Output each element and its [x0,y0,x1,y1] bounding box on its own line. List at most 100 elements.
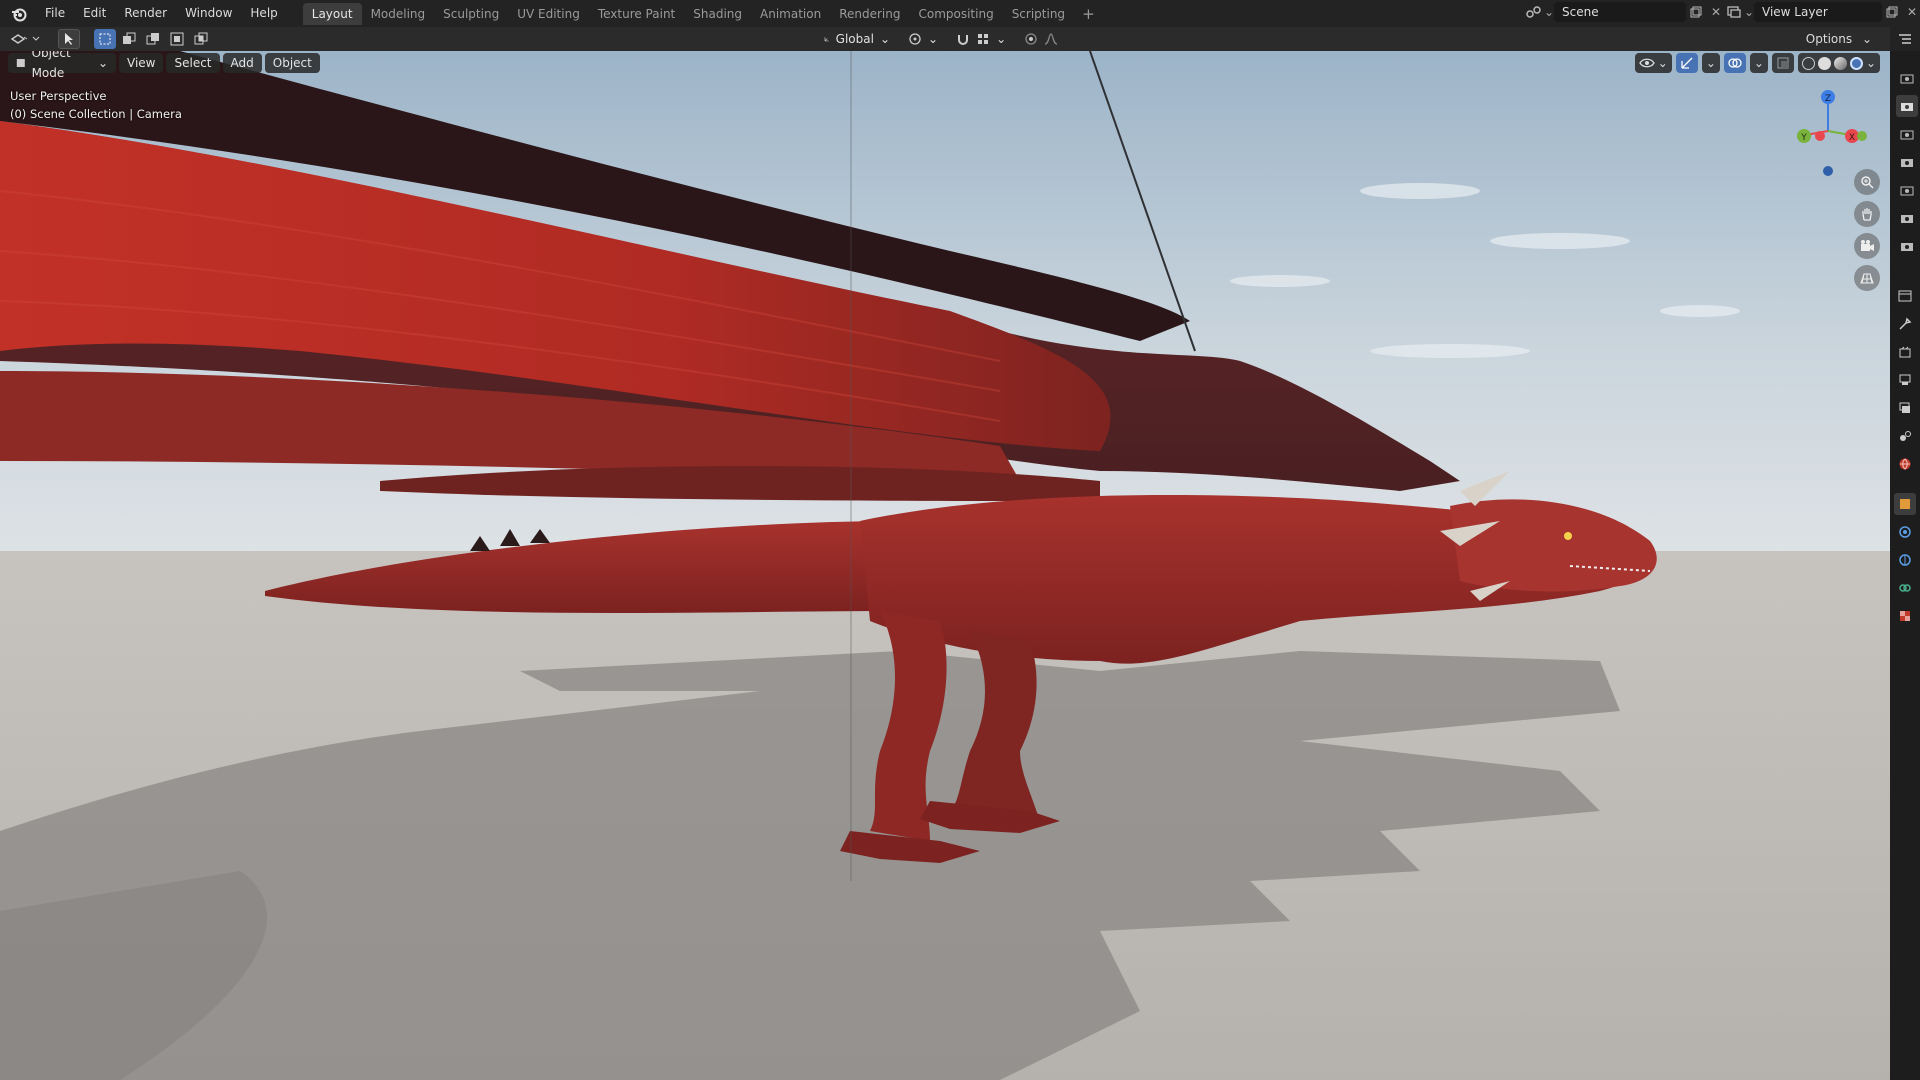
new-scene-icon[interactable] [1686,2,1706,22]
visibility-toggle[interactable]: ⌄ [1634,53,1672,73]
tab-shading[interactable]: Shading [684,3,751,25]
world-properties-icon[interactable] [1894,453,1916,475]
viewport-header: Object Mode ⌄ View Select Add Object [8,51,320,80]
collection-label: (0) Scene Collection | Camera [10,107,182,121]
new-view-layer-icon[interactable] [1882,2,1902,22]
pivot-icon [909,33,921,45]
modifier-properties-icon[interactable] [1894,521,1916,543]
eye-icon [1638,58,1655,68]
overlays-chevron-icon: ⌄ [1753,56,1764,70]
gizmo-neg-z-axis[interactable] [1823,166,1833,176]
tab-uv-editing[interactable]: UV Editing [508,3,589,25]
scene-icon[interactable] [1524,2,1544,22]
scene-properties-icon[interactable] [1894,425,1916,447]
pan-hand-icon[interactable] [1854,201,1880,227]
overlays-options[interactable]: ⌄ [1749,53,1768,73]
tab-compositing[interactable]: Compositing [909,3,1002,25]
material-shading-icon[interactable] [1833,56,1847,70]
physics-properties-icon[interactable] [1894,549,1916,571]
outliner-editor-icon[interactable] [1894,28,1916,50]
view-layer-properties-icon[interactable] [1894,397,1916,419]
3d-viewport[interactable]: Object Mode ⌄ View Select Add Object Use… [0,51,1890,1080]
menu-select[interactable]: Select [166,53,220,73]
rendered-shading-icon[interactable] [1849,56,1863,70]
delete-scene-icon[interactable]: ✕ [1706,2,1726,22]
tab-layout[interactable]: Layout [302,2,362,25]
select-extend-icon[interactable] [118,29,140,49]
tab-scripting[interactable]: Scripting [1003,3,1074,25]
wireframe-shading-icon[interactable] [1801,56,1815,70]
tool-settings-icon[interactable] [1894,313,1916,335]
pivot-point-dropdown[interactable]: ⌄ [902,29,945,49]
view-layer-selector: ⌄ View Layer ✕ [1724,2,1920,22]
view-layer-icon[interactable] [1724,2,1744,22]
solid-shading-icon[interactable] [1817,56,1831,70]
camera-icon[interactable] [1896,207,1918,229]
menu-add[interactable]: Add [222,53,262,73]
object-properties-icon[interactable] [1894,493,1916,515]
render-properties-icon[interactable] [1894,341,1916,363]
viewport-shading-controls: ⌄ ⌄ ⌄ ⌄ [1634,53,1880,73]
select-invert-icon[interactable] [166,29,188,49]
properties-editor-icon[interactable] [1894,285,1916,307]
tab-modeling[interactable]: Modeling [362,3,435,25]
tab-sculpting[interactable]: Sculpting [434,3,508,25]
camera-icon[interactable] [1896,179,1918,201]
menu-window[interactable]: Window [176,0,241,27]
editor-type-chevron-icon[interactable] [32,29,40,49]
tab-texture-paint[interactable]: Texture Paint [589,3,684,25]
gizmo-options[interactable]: ⌄ [1701,53,1720,73]
camera-icon[interactable] [1896,67,1918,89]
add-workspace-button[interactable]: + [1074,5,1103,23]
gizmo-toggle[interactable] [1675,53,1698,73]
select-intersect-icon[interactable] [190,29,212,49]
shading-modes[interactable]: ⌄ [1797,53,1880,73]
camera-icon[interactable] [1896,235,1918,257]
gizmo-neg-y-axis[interactable] [1857,131,1867,141]
scene-chevron-icon[interactable]: ⌄ [1544,2,1554,22]
perspective-toggle-icon[interactable] [1854,265,1880,291]
editor-type-icon[interactable] [8,29,30,49]
menu-help[interactable]: Help [241,0,286,27]
select-new-icon[interactable] [94,29,116,49]
scene-field[interactable]: Scene [1554,2,1686,22]
select-tool-icon[interactable] [58,29,80,49]
viewport-render [0,51,1890,1080]
blender-logo-icon[interactable] [6,1,32,27]
outliner-header [1890,27,1920,51]
scene-selector: ⌄ Scene ✕ [1524,2,1726,22]
zoom-icon[interactable] [1854,169,1880,195]
menu-view[interactable]: View [119,53,164,73]
tab-animation[interactable]: Animation [751,3,830,25]
menu-render[interactable]: Render [115,0,176,27]
menu-object[interactable]: Object [264,53,320,73]
material-properties-icon[interactable] [1894,605,1916,627]
view-layer-chevron-icon[interactable]: ⌄ [1744,2,1754,22]
snap-toggle[interactable]: ⌄ [950,29,1013,49]
xray-toggle[interactable] [1771,53,1794,73]
gizmo-neg-x-axis[interactable] [1815,131,1825,141]
tab-rendering[interactable]: Rendering [830,3,909,25]
camera-icon[interactable] [1896,123,1918,145]
navigation-buttons [1854,169,1880,291]
options-dropdown[interactable]: Options ⌄ [1795,29,1882,49]
constraint-properties-icon[interactable] [1894,577,1916,599]
camera-icon[interactable] [1896,151,1918,173]
main-menu: File Edit Render Window Help [36,0,287,27]
transform-orientation-dropdown[interactable]: Global ⌄ [818,29,896,49]
output-properties-icon[interactable] [1894,369,1916,391]
object-mode-label: Object Mode [31,51,71,80]
delete-view-layer-icon[interactable]: ✕ [1902,2,1920,22]
menu-file[interactable]: File [36,0,74,27]
camera-view-icon[interactable] [1854,233,1880,259]
tool-icons [8,29,212,49]
menu-edit[interactable]: Edit [74,0,115,27]
view-layer-field[interactable]: View Layer [1754,2,1882,22]
proportional-edit-toggle[interactable] [1018,29,1065,49]
gizmo-z-label: Z [1825,94,1831,104]
overlays-toggle[interactable] [1723,53,1746,73]
camera-icon[interactable] [1896,95,1918,117]
magnet-icon [958,35,969,45]
object-mode-dropdown[interactable]: Object Mode ⌄ [8,51,116,80]
select-subtract-icon[interactable] [142,29,164,49]
